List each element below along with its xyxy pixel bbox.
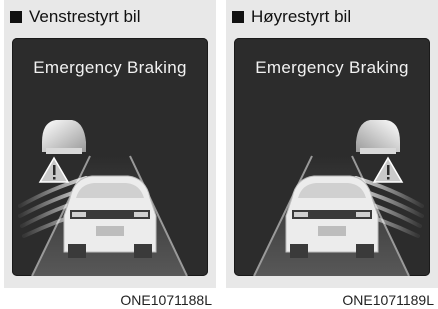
warning-triangle-icon — [372, 156, 404, 183]
panel-title: Venstrestyrt bil — [10, 7, 141, 27]
screen-title: Emergency Braking — [33, 58, 187, 77]
own-car-icon — [285, 175, 379, 258]
panel-title: Høyrestyrt bil — [232, 7, 351, 27]
screen-title: Emergency Braking — [255, 58, 409, 77]
panel-right-hand-drive: Høyrestyrt bil Emergency Braking — [226, 0, 438, 288]
warning-triangle-icon — [38, 156, 70, 183]
panel-left-hand-drive: Venstrestyrt bil Emergency Braking — [4, 0, 216, 288]
vehicle-ahead-icon — [356, 120, 400, 154]
own-car-icon — [63, 175, 157, 258]
panel-title-text: Venstrestyrt bil — [29, 7, 141, 26]
vehicle-ahead-icon — [42, 120, 86, 154]
square-bullet-icon — [10, 11, 22, 23]
figure-code: ONE1071188L — [120, 292, 212, 308]
cluster-display: Emergency Braking — [234, 38, 430, 276]
cluster-display: Emergency Braking — [12, 38, 208, 276]
figure-code: ONE1071189L — [342, 292, 434, 308]
square-bullet-icon — [232, 11, 244, 23]
panel-title-text: Høyrestyrt bil — [251, 7, 352, 26]
